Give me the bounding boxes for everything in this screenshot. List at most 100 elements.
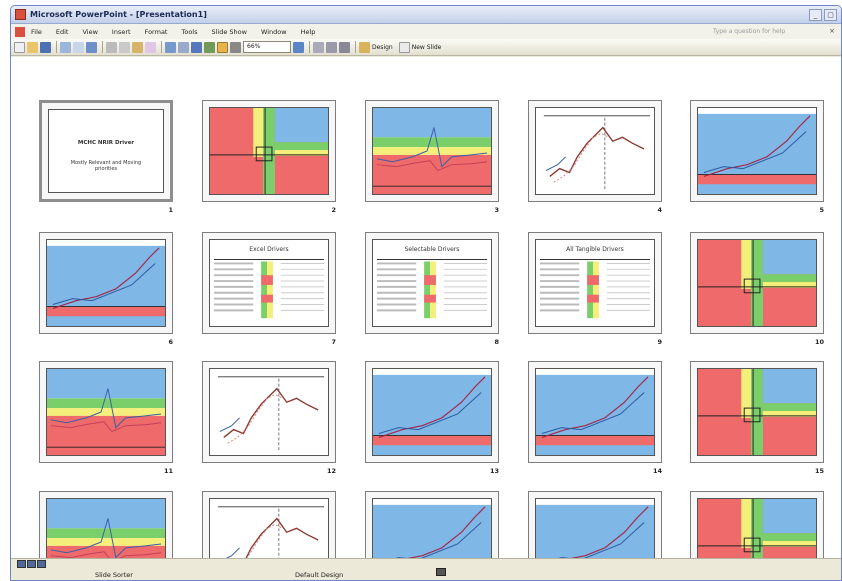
yellow-column bbox=[593, 261, 599, 319]
slide-canvas bbox=[697, 107, 817, 195]
menu-insert[interactable]: Insert bbox=[112, 28, 131, 36]
open-icon[interactable] bbox=[27, 41, 38, 53]
design-icon[interactable] bbox=[359, 41, 370, 53]
design-button[interactable]: Design bbox=[372, 44, 393, 51]
save-icon[interactable] bbox=[40, 41, 51, 53]
new-slide-icon[interactable] bbox=[398, 41, 410, 53]
slide-chart bbox=[698, 369, 816, 455]
minimize-button[interactable]: _ bbox=[809, 8, 822, 21]
slide-chart bbox=[210, 108, 328, 194]
show-formatting-icon[interactable] bbox=[217, 41, 228, 53]
slide-canvas: Excel Drivers bbox=[209, 239, 329, 327]
menu-file[interactable]: File bbox=[31, 28, 42, 36]
font-icon[interactable] bbox=[313, 41, 324, 53]
slide-thumbnail[interactable]: Selectable Drivers bbox=[365, 232, 499, 334]
grayscale-icon[interactable] bbox=[230, 41, 241, 53]
menu-slide-show[interactable]: Slide Show bbox=[212, 28, 247, 36]
slide-sorter-view-button[interactable] bbox=[27, 560, 36, 568]
zoom-select[interactable]: 66% bbox=[243, 41, 291, 53]
slide-title-text: Excel Drivers bbox=[249, 246, 289, 253]
slide-thumbnail[interactable] bbox=[690, 232, 824, 334]
blue-zone bbox=[762, 499, 816, 534]
slide-thumbnail[interactable] bbox=[365, 361, 499, 463]
spelling-icon[interactable] bbox=[86, 41, 97, 53]
powerpoint-app-icon bbox=[15, 9, 26, 20]
copy-icon[interactable] bbox=[119, 41, 130, 53]
blue-zone bbox=[762, 240, 816, 275]
preview-icon[interactable] bbox=[73, 41, 84, 53]
redo-icon[interactable] bbox=[178, 41, 189, 53]
slide-canvas bbox=[535, 107, 655, 195]
help-icon[interactable] bbox=[293, 41, 304, 53]
red-band bbox=[536, 435, 654, 446]
red-zone bbox=[47, 415, 165, 455]
spelling-status-icon bbox=[436, 568, 446, 576]
menu-edit[interactable]: Edit bbox=[56, 28, 69, 36]
menu-tools[interactable]: Tools bbox=[181, 28, 197, 36]
ask-question-input[interactable]: Type a question for help bbox=[713, 28, 823, 35]
new-icon[interactable] bbox=[14, 41, 25, 53]
slide-thumbnail[interactable] bbox=[365, 100, 499, 202]
slide-thumbnail[interactable] bbox=[528, 361, 662, 463]
slide-number: 12 bbox=[326, 467, 336, 475]
yellow-column bbox=[430, 261, 436, 319]
new-slide-button[interactable]: New Slide bbox=[412, 44, 442, 51]
bold-icon[interactable] bbox=[326, 41, 337, 53]
slide-thumbnail[interactable]: Excel Drivers bbox=[202, 232, 336, 334]
toolbar-separator bbox=[161, 41, 162, 53]
menu-view[interactable]: View bbox=[82, 28, 97, 36]
document-icon[interactable] bbox=[15, 26, 25, 37]
slide-show-button[interactable] bbox=[37, 560, 46, 568]
menu-help[interactable]: Help bbox=[301, 28, 316, 36]
yellow-zone bbox=[741, 369, 752, 418]
close-document-icon[interactable]: × bbox=[827, 27, 837, 36]
green-column bbox=[587, 261, 594, 319]
powerpoint-window: Microsoft PowerPoint - [Presentation1] _… bbox=[10, 5, 842, 581]
restore-button[interactable]: ▢ bbox=[824, 8, 837, 21]
undo-icon[interactable] bbox=[165, 41, 176, 53]
status-bar: Slide Sorter Default Design bbox=[11, 558, 841, 580]
slide-thumbnail[interactable] bbox=[202, 100, 336, 202]
red-band bbox=[47, 306, 165, 317]
slide-title-text: MCHC NRIR Driver bbox=[77, 140, 135, 146]
slide-thumbnail[interactable] bbox=[202, 361, 336, 463]
status-design-name: Default Design bbox=[295, 571, 344, 579]
slide-number: 10 bbox=[814, 338, 824, 346]
slide-canvas bbox=[209, 107, 329, 195]
red-cell bbox=[261, 275, 273, 285]
print-icon[interactable] bbox=[60, 41, 71, 53]
insert-table-icon[interactable] bbox=[204, 41, 215, 53]
slide-thumbnail[interactable] bbox=[690, 100, 824, 202]
slide-chart bbox=[536, 369, 654, 455]
slide-title-text: All Tangible Drivers bbox=[566, 246, 624, 253]
chart-bg bbox=[536, 108, 654, 194]
format-painter-icon[interactable] bbox=[145, 41, 156, 53]
menu-window[interactable]: Window bbox=[261, 28, 287, 36]
slide-canvas: All Tangible Drivers bbox=[535, 239, 655, 327]
slide-chart bbox=[210, 369, 328, 455]
normal-view-button[interactable] bbox=[17, 560, 26, 568]
yellow-column bbox=[267, 261, 273, 319]
slide-number: 9 bbox=[657, 338, 662, 346]
slide-number: 11 bbox=[163, 467, 173, 475]
slide-canvas bbox=[372, 107, 492, 195]
italic-icon[interactable] bbox=[339, 41, 350, 53]
blue-zone bbox=[274, 108, 328, 143]
slide-thumbnail[interactable] bbox=[39, 232, 173, 334]
slide-thumbnail[interactable]: All Tangible Drivers bbox=[528, 232, 662, 334]
insert-chart-icon[interactable] bbox=[191, 41, 202, 53]
menu-format[interactable]: Format bbox=[145, 28, 168, 36]
slide-thumbnail[interactable] bbox=[39, 361, 173, 463]
yellow-zone bbox=[373, 147, 491, 155]
cut-icon[interactable] bbox=[106, 41, 117, 53]
green-band bbox=[762, 274, 816, 283]
slide-sorter-pane[interactable]: MCHC NRIR Driver Mostly Relevant and Movi… bbox=[11, 57, 841, 580]
slide-canvas bbox=[535, 368, 655, 456]
paste-icon[interactable] bbox=[132, 41, 143, 53]
yellow-zone bbox=[253, 108, 264, 157]
view-buttons bbox=[17, 560, 46, 568]
yellow-zone bbox=[47, 408, 165, 416]
slide-thumbnail[interactable] bbox=[690, 361, 824, 463]
slide-thumbnail[interactable] bbox=[528, 100, 662, 202]
slide-thumbnail[interactable]: MCHC NRIR Driver Mostly Relevant and Movi… bbox=[39, 100, 173, 202]
